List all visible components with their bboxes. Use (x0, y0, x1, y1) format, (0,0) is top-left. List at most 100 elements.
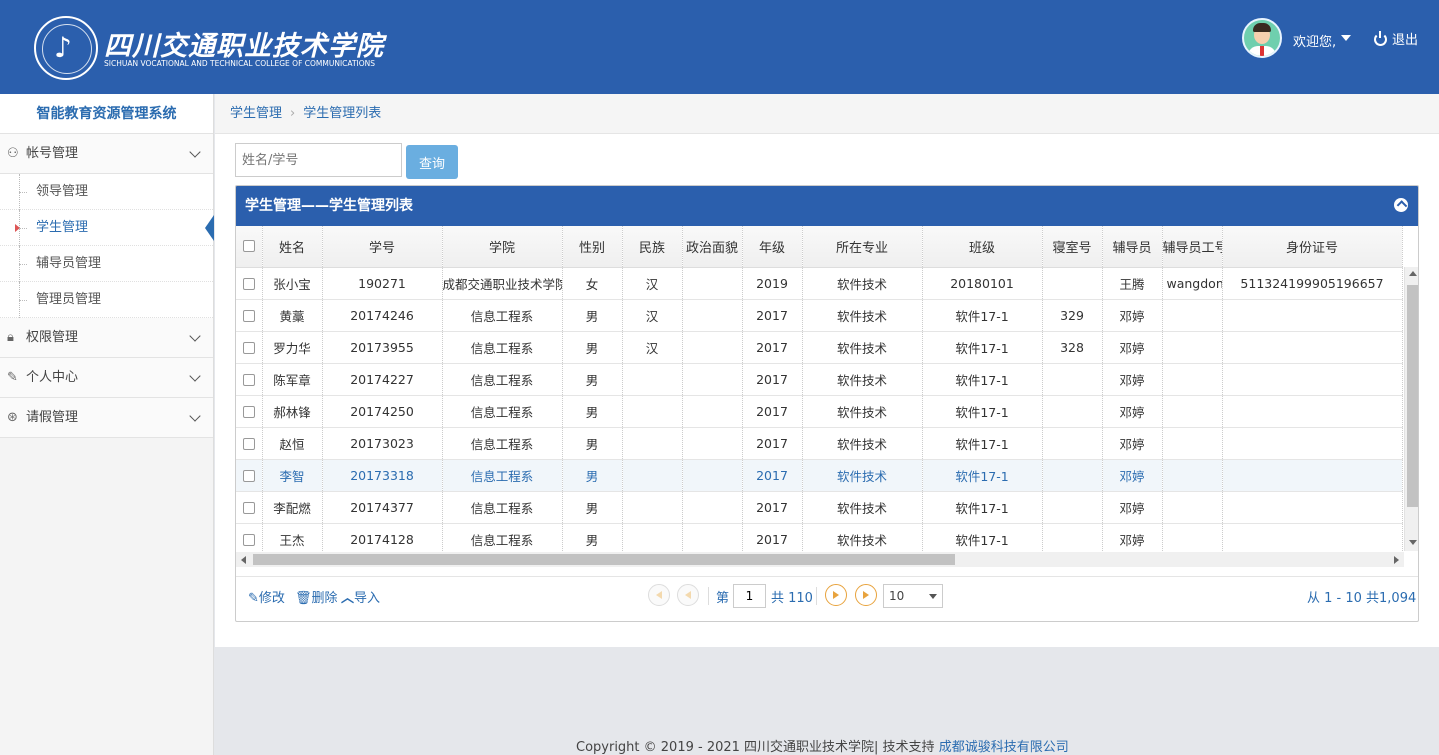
welcome-menu[interactable]: 欢迎您, (1293, 31, 1336, 50)
caret-down-icon[interactable] (1341, 35, 1351, 41)
menu-account[interactable]: ⚇ 帐号管理 (0, 134, 213, 174)
row-checkbox[interactable] (236, 491, 263, 524)
row-checkbox[interactable] (236, 523, 263, 551)
table-cell (1222, 363, 1403, 396)
pager-toolbar: ✎修改 🗑︎删除 ︿导入 第 共 110 10 从 1 - 10 共1,094 (236, 576, 1418, 616)
last-page-icon[interactable] (855, 584, 877, 606)
sidebar-item-admin[interactable]: 管理员管理 (0, 282, 213, 318)
search-button[interactable]: 查询 (406, 145, 458, 179)
table-cell (1162, 459, 1223, 492)
first-page-icon[interactable] (648, 584, 670, 606)
sidebar-item-student[interactable]: 学生管理 (0, 210, 214, 246)
table-cell: 郝林锋 (262, 395, 323, 428)
table-cell: 男 (562, 427, 623, 460)
table-cell: 20173318 (322, 459, 443, 492)
table-row[interactable]: 陈军章 20174227 信息工程系男 2017 软件技术 软件17-1 邓婷 (236, 363, 1403, 396)
scroll-down-icon[interactable] (1409, 540, 1417, 545)
column-header[interactable]: 学号 (322, 226, 443, 268)
table-cell: 软件17-1 (922, 331, 1043, 364)
table-cell: 511324199905196657 (1222, 267, 1403, 300)
column-header[interactable]: 民族 (622, 226, 683, 268)
page-size-select[interactable]: 10 (883, 584, 943, 608)
table-cell (1222, 427, 1403, 460)
select-all-checkbox[interactable] (236, 226, 263, 268)
edit-button[interactable]: ✎修改 (248, 587, 285, 606)
page-number-input[interactable] (733, 584, 766, 608)
table-header-row: 姓名 学号 学院 性别 民族 政治面貌 年级 所在专业 班级 寝室号 辅导员 辅… (236, 226, 1403, 268)
table-row[interactable]: 罗力华 20173955 信息工程系男汉 2017 软件技术 软件17-1 328 邓婷 (236, 331, 1403, 364)
table-cell (1162, 331, 1223, 364)
support-link[interactable]: 成都诚骏科技有限公司 (939, 740, 1069, 755)
table-cell: 男 (562, 363, 623, 396)
copyright-text: Copyright © 2019 - 2021 四川交通职业技术学院| 技术支持… (576, 736, 1069, 755)
table-cell: 2017 (742, 331, 803, 364)
horizontal-scrollbar[interactable] (236, 552, 1404, 567)
sidebar-item-leader[interactable]: 领导管理 (0, 174, 213, 210)
table-row[interactable]: 李配燃 20174377 信息工程系男 2017 软件技术 软件17-1 邓婷 (236, 491, 1403, 524)
row-checkbox[interactable] (236, 427, 263, 460)
table-cell: 软件17-1 (922, 459, 1043, 492)
avatar[interactable] (1242, 18, 1282, 58)
row-checkbox[interactable] (236, 331, 263, 364)
column-header[interactable]: 辅导员工号 (1162, 226, 1223, 268)
menu-permission[interactable]: 🔒︎ 权限管理 (0, 318, 213, 358)
table-row[interactable]: 郝林锋 20174250 信息工程系男 2017 软件技术 软件17-1 邓婷 (236, 395, 1403, 428)
column-header[interactable]: 所在专业 (802, 226, 923, 268)
row-checkbox[interactable] (236, 363, 263, 396)
vertical-scrollbar[interactable] (1404, 267, 1418, 551)
breadcrumb-item[interactable]: 学生管理列表 (303, 106, 381, 121)
next-page-icon[interactable] (825, 584, 847, 606)
column-header[interactable]: 寝室号 (1042, 226, 1103, 268)
table-cell: 20173955 (322, 331, 443, 364)
scroll-left-icon[interactable] (241, 556, 246, 564)
table-cell: 邓婷 (1102, 299, 1163, 332)
table-cell: 20174227 (322, 363, 443, 396)
trash-icon: 🗑︎ (295, 591, 312, 606)
collapse-icon[interactable] (1394, 198, 1408, 212)
scroll-right-icon[interactable] (1394, 556, 1399, 564)
prev-page-icon[interactable] (677, 584, 699, 606)
column-header[interactable]: 辅导员 (1102, 226, 1163, 268)
table-cell: 软件技术 (802, 427, 923, 460)
menu-personal[interactable]: ✎ 个人中心 (0, 358, 213, 398)
table-row[interactable]: 王杰 20174128 信息工程系男 2017 软件技术 软件17-1 邓婷 (236, 523, 1403, 551)
breadcrumb-item[interactable]: 学生管理 (230, 106, 282, 121)
table-cell: 信息工程系 (442, 523, 563, 551)
row-checkbox[interactable] (236, 459, 263, 492)
table-cell: 男 (562, 331, 623, 364)
row-checkbox[interactable] (236, 299, 263, 332)
scroll-thumb[interactable] (1407, 285, 1418, 507)
delete-button[interactable]: 🗑︎删除 (295, 587, 338, 606)
table-cell: 信息工程系 (442, 427, 563, 460)
table-row[interactable]: 赵恒 20173023 信息工程系男 2017 软件技术 软件17-1 邓婷 (236, 427, 1403, 460)
row-checkbox[interactable] (236, 395, 263, 428)
row-checkbox[interactable] (236, 267, 263, 300)
column-header[interactable]: 年级 (742, 226, 803, 268)
scroll-up-icon[interactable] (1409, 271, 1417, 276)
column-header[interactable]: 性别 (562, 226, 623, 268)
scroll-thumb[interactable] (253, 554, 955, 565)
table-cell: 软件17-1 (922, 395, 1043, 428)
table-row[interactable]: 李智 20173318 信息工程系男 2017 软件技术 软件17-1 邓婷 (236, 459, 1403, 492)
sidebar-item-counselor[interactable]: 辅导员管理 (0, 246, 213, 282)
column-header[interactable]: 班级 (922, 226, 1043, 268)
table-row[interactable]: 张小宝 190271 成都交通职业技术学院女汉 2019 软件技术 20180101 王腾 w… (236, 267, 1403, 300)
table-row[interactable]: 黄藁 20174246 信息工程系男汉 2017 软件技术 软件17-1 329 邓婷 (236, 299, 1403, 332)
column-header[interactable]: 政治面貌 (682, 226, 743, 268)
search-input[interactable] (235, 143, 402, 177)
table-cell: 邓婷 (1102, 523, 1163, 551)
column-header[interactable]: 姓名 (262, 226, 323, 268)
table-cell (1042, 363, 1103, 396)
table-cell: 信息工程系 (442, 459, 563, 492)
menu-leave[interactable]: ⊛ 请假管理 (0, 398, 213, 438)
table-cell (1222, 331, 1403, 364)
column-header[interactable]: 身份证号 (1222, 226, 1403, 268)
import-button[interactable]: ︿导入 (341, 587, 380, 606)
student-list-panel: 学生管理——学生管理列表 姓名 学号 学院 性别 民族 政治面貌 年级 所在专业… (235, 185, 1419, 622)
table-cell: 2017 (742, 427, 803, 460)
column-header[interactable]: 学院 (442, 226, 563, 268)
table-cell: 邓婷 (1102, 427, 1163, 460)
table-cell: 男 (562, 395, 623, 428)
table-cell: 20174128 (322, 523, 443, 551)
logout-button[interactable]: 退出 (1374, 29, 1418, 48)
